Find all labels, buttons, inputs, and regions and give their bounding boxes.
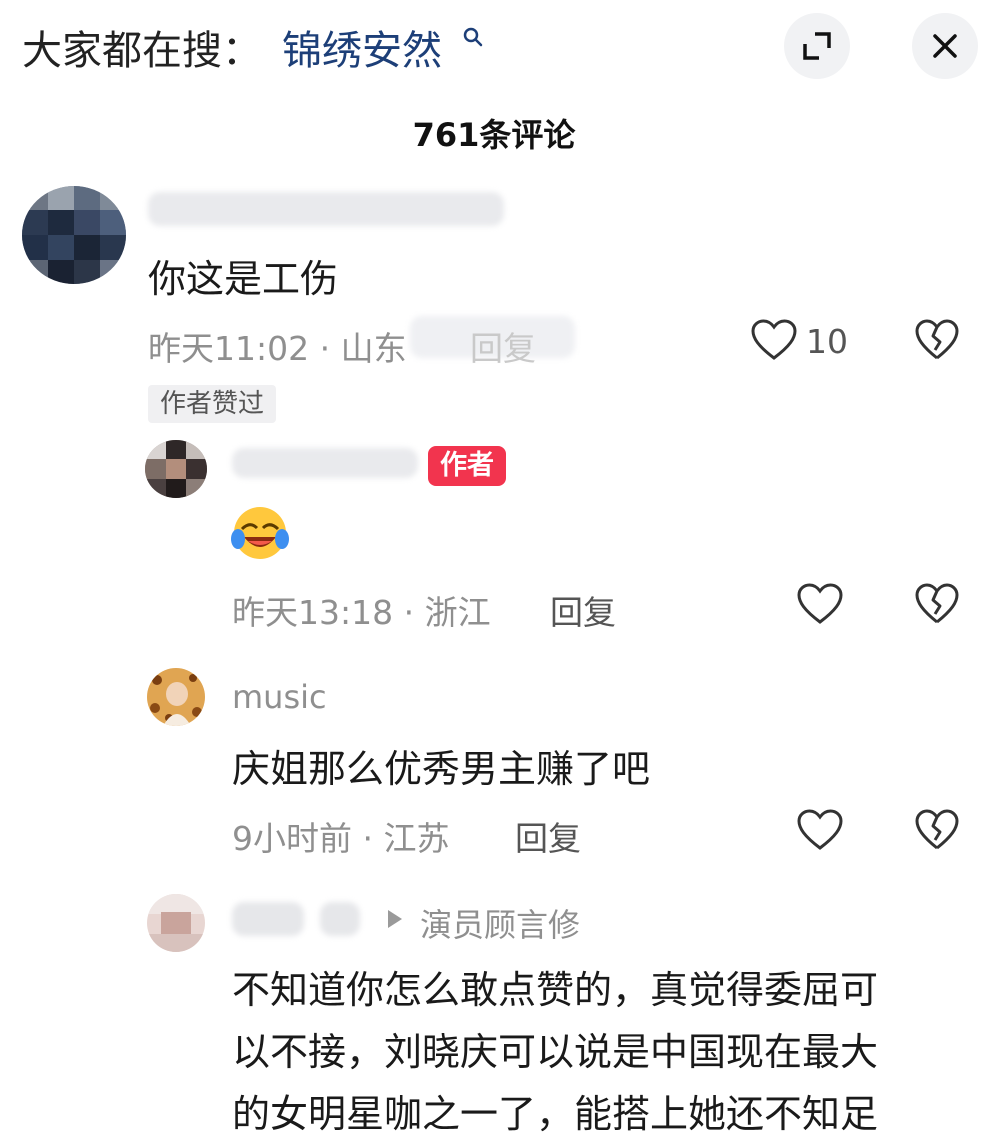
- laughing-crying-emoji-icon: [230, 505, 290, 565]
- comment-time-location: 昨天13:18 · 浙江: [232, 593, 491, 632]
- blurred-username: [320, 902, 360, 936]
- comment-count-title: 761条评论: [412, 116, 576, 154]
- blurred-username: [232, 448, 418, 478]
- broken-heart-icon: [915, 319, 959, 360]
- heart-icon: [751, 319, 797, 360]
- avatar[interactable]: [145, 440, 207, 498]
- dislike-button[interactable]: [914, 808, 960, 856]
- avatar[interactable]: [22, 186, 126, 284]
- author-badge: 作者: [428, 446, 506, 486]
- comment-text: 你这是工伤: [148, 257, 339, 301]
- pixelated-avatar-image: [147, 894, 205, 952]
- reply-button[interactable]: 回复: [515, 812, 581, 860]
- reply-button[interactable]: 回复: [470, 322, 536, 370]
- expand-icon: [803, 32, 831, 60]
- avatar[interactable]: [147, 668, 205, 726]
- heart-icon: [797, 583, 843, 624]
- close-icon: [933, 34, 957, 58]
- blurred-username: [148, 192, 504, 226]
- like-button[interactable]: [796, 808, 844, 856]
- expand-button[interactable]: [784, 13, 850, 79]
- pixelated-avatar-image: [22, 186, 126, 284]
- trending-search-label: 大家都在搜：: [22, 28, 262, 74]
- comment-text: 庆姐那么优秀男主赚了吧: [232, 747, 651, 791]
- author-liked-badge: 作者赞过: [148, 385, 277, 423]
- reply-button[interactable]: 回复: [550, 586, 616, 634]
- heart-icon: [797, 809, 843, 850]
- close-button[interactable]: [912, 13, 978, 79]
- search-icon[interactable]: [462, 26, 484, 48]
- pixelated-avatar-image: [145, 440, 207, 498]
- username[interactable]: music: [232, 678, 327, 716]
- comment-text-line: 以不接，刘晓庆可以说是中国现在最大: [232, 1030, 879, 1074]
- broken-heart-icon: [915, 583, 959, 624]
- dislike-button[interactable]: [914, 318, 960, 366]
- broken-heart-icon: [915, 809, 959, 850]
- comment-time-location: 9小时前 · 江苏: [232, 819, 450, 858]
- trending-search-term[interactable]: 锦绣安然: [282, 18, 442, 76]
- user-avatar-image: [147, 668, 205, 726]
- reply-to-username[interactable]: 演员顾言修: [420, 900, 580, 946]
- like-button[interactable]: [750, 318, 798, 366]
- reply-arrow-icon: [386, 908, 404, 934]
- blurred-username: [232, 902, 304, 936]
- avatar[interactable]: [147, 894, 205, 952]
- dislike-button[interactable]: [914, 582, 960, 630]
- comment-text-line: 的女明星咖之一了，能搭上她还不知足: [232, 1092, 879, 1136]
- comment-time-location: 昨天11:02 · 山东: [148, 329, 407, 368]
- like-button[interactable]: [796, 582, 844, 630]
- like-count: 10: [806, 322, 848, 361]
- comment-text-line: 不知道你怎么敢点赞的，真觉得委屈可: [232, 968, 879, 1012]
